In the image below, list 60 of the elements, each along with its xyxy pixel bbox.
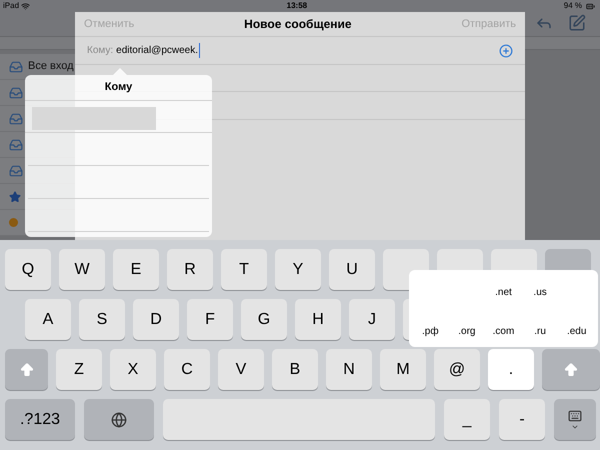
- keyboard-icon: [566, 408, 584, 422]
- to-field[interactable]: editorial@pcweek.: [116, 43, 200, 58]
- popover-title: Кому: [104, 80, 132, 96]
- hide-keyboard-key[interactable]: [554, 399, 596, 440]
- key[interactable]: C: [164, 349, 210, 390]
- key[interactable]: T: [221, 249, 267, 290]
- key[interactable]: Q: [5, 249, 51, 290]
- key[interactable]: A: [25, 299, 71, 340]
- clock: 13:58: [286, 0, 308, 12]
- globe-icon: [111, 412, 127, 428]
- star-icon: [9, 190, 21, 202]
- inbox-icon: [9, 86, 23, 100]
- domain-option[interactable]: .us: [522, 282, 558, 302]
- inbox-icon: [9, 60, 23, 74]
- domain-option[interactable]: .com: [485, 322, 522, 342]
- numbers-key[interactable]: .?123: [5, 399, 75, 440]
- key[interactable]: R: [167, 249, 213, 290]
- domain-option[interactable]: .ru: [522, 322, 558, 342]
- wifi-icon: [21, 2, 30, 10]
- key[interactable]: B: [272, 349, 318, 390]
- sheet-title: Новое сообщение: [244, 16, 352, 33]
- key[interactable]: D: [133, 299, 179, 340]
- key[interactable]: F: [187, 299, 233, 340]
- to-label: Кому:: [87, 44, 114, 58]
- shift-key[interactable]: [5, 349, 48, 390]
- globe-key[interactable]: [84, 399, 154, 440]
- key[interactable]: U: [329, 249, 375, 290]
- domain-option[interactable]: .org: [448, 322, 486, 342]
- key[interactable]: -: [499, 399, 545, 440]
- key[interactable]: Y: [275, 249, 321, 290]
- key[interactable]: @: [434, 349, 480, 390]
- key[interactable]: S: [79, 299, 125, 340]
- inbox-icon: [9, 138, 23, 152]
- inbox-icon: [9, 164, 23, 178]
- inbox-icon: [9, 112, 23, 126]
- key[interactable]: W: [59, 249, 105, 290]
- domain-option[interactable]: .net: [485, 282, 522, 302]
- domain-option[interactable]: .рф: [412, 322, 449, 342]
- key[interactable]: Z: [56, 349, 102, 390]
- key[interactable]: G: [241, 299, 287, 340]
- device-name: iPad: [3, 0, 20, 12]
- shift-icon: [563, 362, 579, 378]
- key[interactable]: E: [113, 249, 159, 290]
- mailbox-label: Все вход: [28, 59, 74, 74]
- key[interactable]: M: [380, 349, 426, 390]
- domain-option[interactable]: .edu: [558, 322, 595, 342]
- search-field[interactable]: [32, 107, 156, 130]
- key[interactable]: .: [488, 349, 534, 390]
- key[interactable]: _: [444, 399, 490, 440]
- battery-percent: 94 %: [564, 0, 582, 12]
- key[interactable]: H: [295, 299, 341, 340]
- key[interactable]: J: [349, 299, 395, 340]
- shift-key[interactable]: [542, 349, 600, 390]
- key[interactable]: N: [326, 349, 372, 390]
- compose-icon[interactable]: [568, 14, 586, 32]
- battery-icon: [584, 2, 597, 10]
- add-contact-icon[interactable]: [499, 44, 513, 58]
- shift-icon: [18, 362, 34, 378]
- key[interactable]: X: [110, 349, 156, 390]
- key[interactable]: V: [218, 349, 264, 390]
